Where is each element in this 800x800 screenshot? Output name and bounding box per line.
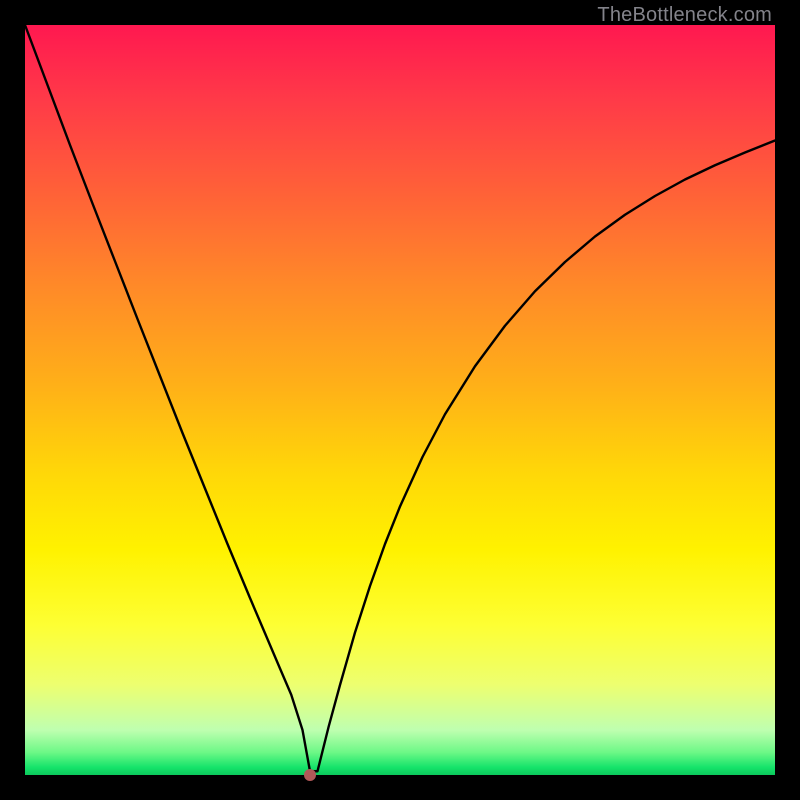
minimum-marker: [304, 769, 316, 781]
curve-line: [25, 25, 775, 771]
plot-area: [25, 25, 775, 775]
watermark-text: TheBottleneck.com: [597, 4, 772, 27]
chart-svg: [25, 25, 775, 775]
chart-frame: TheBottleneck.com: [0, 0, 800, 800]
